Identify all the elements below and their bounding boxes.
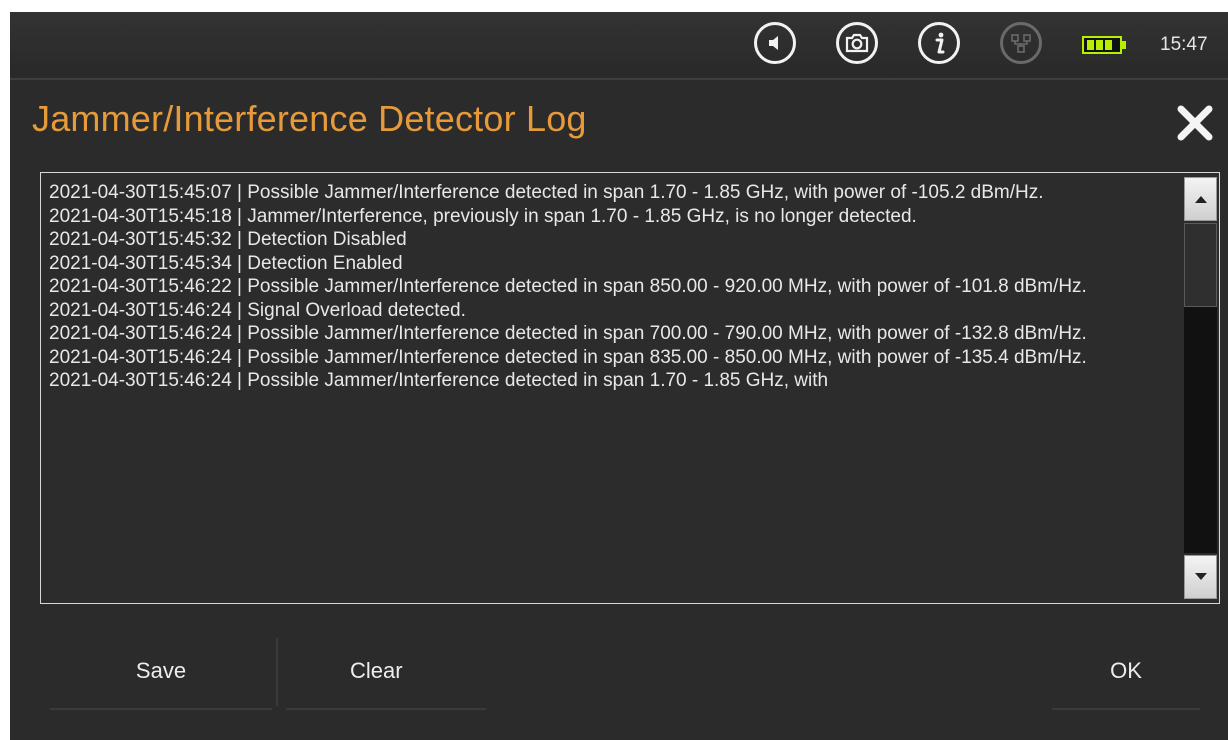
log-entry: 2021-04-30T15:45:34 | Detection Enabled (49, 252, 403, 274)
clock: 15:47 (1160, 34, 1208, 55)
header-divider (10, 78, 1228, 80)
close-icon[interactable] (1172, 100, 1218, 146)
scroll-thumb[interactable] (1184, 223, 1217, 307)
speaker-icon[interactable] (754, 22, 796, 64)
network-icon[interactable] (1000, 22, 1042, 64)
dialog-title: Jammer/Interference Detector Log (32, 98, 587, 139)
ok-button-underline (1052, 708, 1200, 710)
save-button-underline (50, 708, 272, 710)
log-entry: 2021-04-30T15:45:18 | Jammer/Interferenc… (49, 205, 917, 227)
scroll-up-button[interactable] (1184, 177, 1217, 221)
camera-icon[interactable] (836, 22, 878, 64)
arrow-up-icon (1194, 196, 1207, 203)
log-panel[interactable]: 2021-04-30T15:45:07 | Possible Jammer/In… (40, 172, 1220, 604)
log-list: 2021-04-30T15:45:07 | Possible Jammer/In… (49, 181, 1149, 599)
log-entry: 2021-04-30T15:46:22 | Possible Jammer/In… (49, 276, 1087, 297)
arrow-down-icon (1194, 573, 1207, 580)
log-entry: 2021-04-30T15:45:32 | Detection Disabled (49, 229, 407, 250)
log-entry: 2021-04-30T15:46:24 | Possible Jammer/In… (49, 323, 1087, 344)
log-entry: 2021-04-30T15:46:24 | Possible Jammer/In… (49, 346, 1087, 368)
log-entry: 2021-04-30T15:46:24 | Signal Overload de… (49, 299, 466, 321)
scroll-track[interactable] (1184, 223, 1217, 553)
clear-button-underline (286, 708, 486, 710)
clear-button[interactable]: Clear (286, 632, 486, 710)
info-icon[interactable] (918, 22, 960, 64)
log-entry: 2021-04-30T15:45:07 | Possible Jammer/In… (49, 182, 1044, 203)
device-screen: 15:47 Jammer/Interference Detector Log 2… (10, 12, 1228, 740)
button-separator (276, 638, 278, 706)
battery-icon (1082, 36, 1130, 54)
log-entry: 2021-04-30T15:46:24 | Possible Jammer/In… (49, 370, 829, 391)
log-scrollbar[interactable] (1184, 177, 1217, 599)
save-button[interactable]: Save (50, 632, 272, 710)
status-bar: 15:47 (10, 12, 1228, 76)
scroll-down-button[interactable] (1184, 555, 1217, 599)
ok-button[interactable]: OK (1052, 632, 1200, 710)
